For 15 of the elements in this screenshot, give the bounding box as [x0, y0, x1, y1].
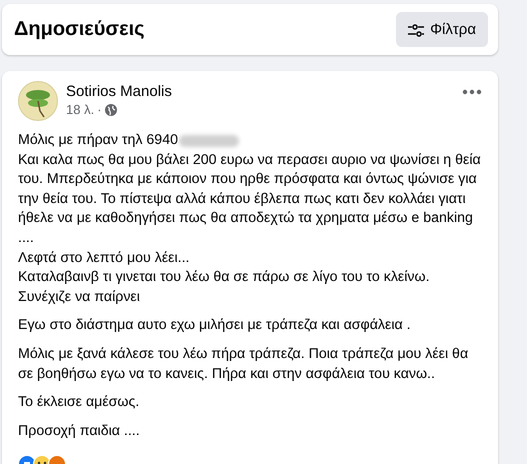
page-title: Δημοσιεύσεις — [14, 18, 145, 41]
post-text: Και καλα πως θα μου βάλει 200 ευρω να περασει αυριο να ψωνίσει η θεία του. Μπερδεύτηκα με κάποιον που ηρθε πρόσφατα και όντως ψώνισε για την θεία του. Το πίστεψα αλλά κάπου έβλεπα πως κατι δεν κολλάει γιατι ήθελε να με καθοδηγήσει πως θα αποδεχτώ τα χρηματα μέσω e banking .... Λεφτά στο λεπτό μου λέει... Καταλαβαινβ τι γινεται του λέω θα σε πάρω σε λίγο του το κλείνω. Συνέχιζε να παίρνει — [18, 150, 482, 307]
post-text: Μόλις με ξανά κάλεσε του λέω πήρα τράπεζα. Ποια τράπεζα μου λέει θα σε βοηθήσω εγω να το κανεις. Πήρα και στην ασφάλεια του κανω.. — [18, 344, 470, 384]
author-name[interactable]: Sotirios Manolis — [66, 83, 454, 100]
sliders-icon — [408, 22, 424, 36]
post-time[interactable]: 18 λ. — [66, 102, 94, 117]
more-icon[interactable] — [462, 89, 482, 95]
post-text: Το έκλεισε αμέσως. — [18, 393, 140, 412]
post-text: Προσοχή παιδια .... — [18, 422, 141, 441]
filter-button[interactable]: Φίλτρα — [396, 12, 488, 47]
redaction-blur — [178, 134, 239, 147]
post-text: Εγω στο διάστημα αυτο εχω μιλήσει με τράπεζα και ασφάλεια . — [18, 316, 412, 336]
separator: · — [97, 102, 102, 117]
post-text: Μόλις με πήραν τηλ 6940 — [18, 131, 178, 150]
avatar-icon[interactable] — [18, 81, 58, 121]
